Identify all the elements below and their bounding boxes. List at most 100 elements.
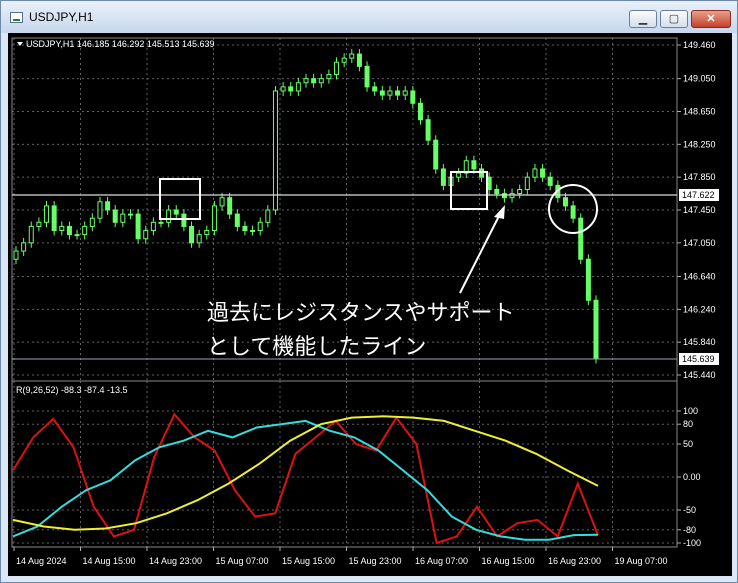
candle-body <box>326 74 332 80</box>
time-label: 16 Aug 07:00 <box>415 556 468 566</box>
price-label: 149.050 <box>683 74 716 84</box>
candle-body <box>272 90 278 211</box>
candle-body <box>440 168 446 186</box>
candle-body <box>211 205 217 232</box>
candle-body <box>143 230 149 240</box>
indicator-scale-label: 50 <box>683 439 693 449</box>
candle-body <box>257 221 263 232</box>
resistance-highlight-box <box>159 178 201 220</box>
candle-body <box>417 102 423 121</box>
candle-body <box>425 119 431 141</box>
candle-body <box>97 201 103 219</box>
time-label: 14 Aug 15:00 <box>83 556 136 566</box>
price-label: 148.250 <box>683 139 716 149</box>
indicator-line-red <box>12 412 599 545</box>
candle-body <box>21 242 27 252</box>
candle-body <box>379 90 385 96</box>
candle-body <box>158 221 164 224</box>
price-label: 148.650 <box>683 106 716 116</box>
indicator-scale: 100 80 50 0.00 -50 -80 -100 <box>677 406 701 548</box>
chart-window-icon <box>10 12 23 23</box>
candle-body <box>356 53 362 67</box>
time-label: 19 Aug 07:00 <box>615 556 668 566</box>
close-button[interactable]: ✕ <box>691 10 731 28</box>
candle-body <box>410 90 416 104</box>
candle-body <box>540 168 546 178</box>
candle-body <box>349 53 355 59</box>
candle-body <box>562 197 568 207</box>
candle-body <box>173 209 179 215</box>
indicator-scale-label: -50 <box>683 505 696 515</box>
price-label: 147.450 <box>683 205 716 215</box>
candle-body <box>288 86 294 92</box>
candle-body <box>242 225 248 232</box>
indicator-line-cyan <box>12 419 599 541</box>
price-label: 145.840 <box>683 337 716 347</box>
time-label: 16 Aug 23:00 <box>548 556 601 566</box>
maximize-button[interactable]: ▢ <box>660 10 688 28</box>
price-label: 147.050 <box>683 238 716 248</box>
candle-body <box>105 201 111 211</box>
time-label: 16 Aug 15:00 <box>482 556 535 566</box>
last-price-label: 145.639 <box>682 354 715 364</box>
time-label: 14 Aug 23:00 <box>149 556 202 566</box>
candle-body <box>433 139 439 170</box>
candle-body <box>494 188 500 195</box>
candle-body <box>311 78 317 84</box>
price-label: 145.440 <box>683 370 716 380</box>
candle-body <box>234 213 240 227</box>
candle-body <box>66 225 72 236</box>
candle-body <box>471 160 477 170</box>
chart-canvas[interactable]: 過去にレジスタンスやサポート として機能したライン USDJPY,H1 146.… <box>8 33 732 576</box>
candle-body <box>295 82 301 92</box>
candle-body <box>334 61 340 76</box>
candle-body <box>227 197 233 215</box>
candle-body <box>36 221 42 227</box>
candle-body <box>89 217 95 227</box>
candle-body <box>280 86 286 92</box>
candle-body <box>150 221 156 232</box>
window-title: USDJPY,H1 <box>29 10 94 24</box>
time-label: 15 Aug 23:00 <box>349 556 402 566</box>
candle-body <box>593 299 599 360</box>
candle-body <box>585 258 591 301</box>
candle-body <box>28 225 34 244</box>
time-axis: 14 Aug 2024 14 Aug 15:00 14 Aug 23:00 15 Au… <box>13 547 668 566</box>
price-label: 149.460 <box>683 40 716 50</box>
title-bar[interactable]: USDJPY,H1 ▁ ▢ ✕ <box>1 1 737 33</box>
main-grid <box>12 38 677 381</box>
candle-body <box>456 172 462 178</box>
candle-body <box>44 205 50 223</box>
candle-body <box>509 193 515 199</box>
candle-body <box>341 57 347 63</box>
price-label: 146.240 <box>683 304 716 314</box>
candle-body <box>219 197 225 207</box>
price-label: 146.640 <box>683 271 716 281</box>
minimize-button[interactable]: ▁ <box>629 10 657 28</box>
candle-body <box>59 225 65 232</box>
candle-body <box>74 234 80 237</box>
candle-body <box>51 205 57 232</box>
candle-body <box>532 168 538 178</box>
chart-area[interactable]: 過去にレジスタンスやサポート として機能したライン USDJPY,H1 146.… <box>8 33 732 576</box>
annotation-text-line2: として機能したライン <box>207 334 426 359</box>
candle-body <box>82 225 88 236</box>
indicator-scale-label: 0.00 <box>683 472 701 482</box>
price-scale: 149.460 149.050 148.650 148.250 147.850 147.4… <box>677 40 716 380</box>
candle-body <box>547 176 553 186</box>
indicator-info: R(9,26,52) -88.3 -87.4 -13.5 <box>16 385 128 395</box>
candle-body <box>395 90 401 96</box>
indicator-panel-frame <box>11 380 678 548</box>
candle-body <box>501 193 507 199</box>
annotation-text-line1: 過去にレジスタンスやサポート <box>207 300 515 325</box>
candle-body <box>387 90 393 96</box>
hline-price-label: 147.622 <box>682 190 715 200</box>
indicator-line-yellow <box>12 415 599 531</box>
candle-body <box>112 209 118 223</box>
candle-body <box>570 205 576 219</box>
candle-body <box>250 230 256 233</box>
indicator-scale-label: 100 <box>683 406 698 416</box>
time-label: 15 Aug 15:00 <box>282 556 335 566</box>
candle-body <box>166 209 172 223</box>
candle-body <box>265 209 271 223</box>
